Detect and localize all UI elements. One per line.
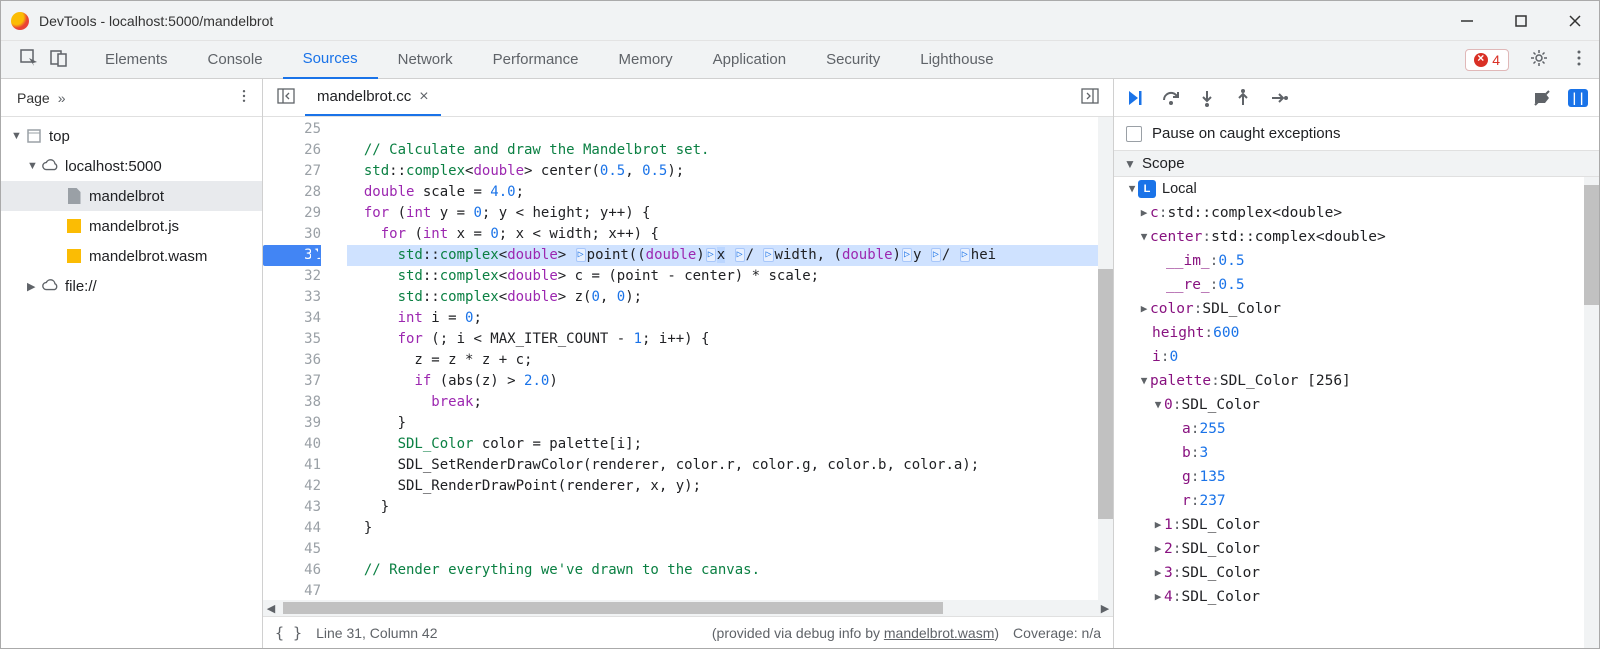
var-palette-3[interactable]: ▶3: SDL_Color bbox=[1114, 561, 1599, 585]
tree-top[interactable]: ▼top bbox=[1, 121, 262, 151]
navigator-more-icon[interactable] bbox=[236, 88, 252, 107]
scope-local-header[interactable]: ▼LLocal bbox=[1114, 177, 1599, 201]
scrollbar-thumb[interactable] bbox=[1098, 269, 1113, 519]
tree-host[interactable]: ▼localhost:5000 bbox=[1, 151, 262, 181]
window-close-button[interactable] bbox=[1561, 7, 1589, 35]
error-count-badge[interactable]: 4 bbox=[1465, 49, 1509, 71]
var-height[interactable]: height: 600 bbox=[1114, 321, 1599, 345]
debug-info-text: (provided via debug info by mandelbrot.w… bbox=[712, 625, 999, 641]
var-center-im[interactable]: __im_: 0.5 bbox=[1114, 249, 1599, 273]
tab-application[interactable]: Application bbox=[693, 41, 806, 79]
step-over-button[interactable] bbox=[1160, 87, 1182, 109]
var-palette-1[interactable]: ▶1: SDL_Color bbox=[1114, 513, 1599, 537]
editor-vertical-scrollbar[interactable] bbox=[1098, 117, 1113, 600]
var-palette-0[interactable]: ▼0: SDL_Color bbox=[1114, 393, 1599, 417]
window-title: DevTools - localhost:5000/mandelbrot bbox=[39, 13, 1453, 29]
window-minimize-button[interactable] bbox=[1453, 7, 1481, 35]
editor-statusbar: { } Line 31, Column 42 (provided via deb… bbox=[263, 616, 1113, 648]
line-gutter[interactable]: 2526272829303132333435363738394041424344… bbox=[263, 117, 329, 600]
pause-caught-label: Pause on caught exceptions bbox=[1152, 125, 1340, 142]
toggle-navigator-icon[interactable] bbox=[271, 87, 301, 108]
window-maximize-button[interactable] bbox=[1507, 7, 1535, 35]
devtools-logo-icon bbox=[11, 12, 29, 30]
var-c[interactable]: ▶c: std::complex<double> bbox=[1114, 201, 1599, 225]
inspect-element-icon[interactable] bbox=[19, 48, 39, 71]
navigator-expand-icon[interactable]: » bbox=[58, 90, 66, 106]
step-into-button[interactable] bbox=[1196, 87, 1218, 109]
pause-on-exceptions-button[interactable]: || bbox=[1567, 87, 1589, 109]
scrollbar-thumb[interactable] bbox=[283, 602, 943, 614]
panel-tabrow: ElementsConsoleSourcesNetworkPerformance… bbox=[1, 41, 1599, 79]
var-palette-2[interactable]: ▶2: SDL_Color bbox=[1114, 537, 1599, 561]
device-toolbar-icon[interactable] bbox=[49, 48, 69, 71]
debug-info-link[interactable]: mandelbrot.wasm bbox=[884, 625, 995, 641]
editor-file-tab[interactable]: mandelbrot.cc × bbox=[305, 80, 441, 116]
tree-file-mandelbrot-js[interactable]: mandelbrot.js bbox=[1, 211, 262, 241]
var-palette-0-b[interactable]: b: 3 bbox=[1114, 441, 1599, 465]
tab-memory[interactable]: Memory bbox=[599, 41, 693, 79]
pause-on-caught-row[interactable]: Pause on caught exceptions bbox=[1114, 117, 1599, 151]
var-palette-0-r[interactable]: r: 237 bbox=[1114, 489, 1599, 513]
close-tab-icon[interactable]: × bbox=[419, 88, 428, 106]
cloud-icon bbox=[41, 277, 59, 295]
navigator-tab-page[interactable]: Page bbox=[11, 90, 50, 106]
settings-gear-icon[interactable] bbox=[1519, 48, 1559, 71]
pause-caught-checkbox[interactable] bbox=[1126, 126, 1142, 142]
document-icon bbox=[65, 187, 83, 205]
window-titlebar: DevTools - localhost:5000/mandelbrot bbox=[1, 1, 1599, 41]
tab-console[interactable]: Console bbox=[188, 41, 283, 79]
tab-security[interactable]: Security bbox=[806, 41, 900, 79]
var-palette[interactable]: ▼palette: SDL_Color [256] bbox=[1114, 369, 1599, 393]
script-file-icon bbox=[65, 247, 83, 265]
step-out-button[interactable] bbox=[1232, 87, 1254, 109]
deactivate-breakpoints-button[interactable] bbox=[1531, 87, 1553, 109]
file-tree: ▼top ▼localhost:5000 mandelbrot mandelbr… bbox=[1, 117, 262, 648]
debugger-toolbar: || bbox=[1114, 79, 1599, 117]
tree-file-scheme[interactable]: ▶file:// bbox=[1, 271, 262, 301]
navigator-header: Page » bbox=[1, 79, 262, 117]
var-palette-4[interactable]: ▶4: SDL_Color bbox=[1114, 585, 1599, 609]
tab-network[interactable]: Network bbox=[378, 41, 473, 79]
more-menu-icon[interactable] bbox=[1559, 48, 1599, 71]
code-editor[interactable]: 2526272829303132333435363738394041424344… bbox=[263, 117, 1113, 600]
scope-vertical-scrollbar[interactable] bbox=[1584, 177, 1599, 648]
var-center[interactable]: ▼center: std::complex<double> bbox=[1114, 225, 1599, 249]
var-palette-0-a[interactable]: a: 255 bbox=[1114, 417, 1599, 441]
var-color[interactable]: ▶color: SDL_Color bbox=[1114, 297, 1599, 321]
editor-horizontal-scrollbar[interactable]: ◀▶ bbox=[263, 600, 1113, 616]
editor-header: mandelbrot.cc × bbox=[263, 79, 1113, 117]
script-file-icon bbox=[65, 217, 83, 235]
var-palette-0-g[interactable]: g: 135 bbox=[1114, 465, 1599, 489]
code-content[interactable]: // Calculate and draw the Mandelbrot set… bbox=[329, 117, 1113, 600]
var-i[interactable]: i: 0 bbox=[1114, 345, 1599, 369]
toggle-debugger-icon[interactable] bbox=[1075, 87, 1105, 108]
tab-lighthouse[interactable]: Lighthouse bbox=[900, 41, 1013, 79]
tree-file-mandelbrot-wasm[interactable]: mandelbrot.wasm bbox=[1, 241, 262, 271]
tab-sources[interactable]: Sources bbox=[283, 41, 378, 79]
scope-section-header[interactable]: ▼Scope bbox=[1114, 151, 1599, 177]
var-center-re[interactable]: __re_: 0.5 bbox=[1114, 273, 1599, 297]
error-icon bbox=[1474, 53, 1488, 67]
tab-performance[interactable]: Performance bbox=[473, 41, 599, 79]
tab-elements[interactable]: Elements bbox=[85, 41, 188, 79]
tree-file-mandelbrot[interactable]: mandelbrot bbox=[1, 181, 262, 211]
step-button[interactable] bbox=[1268, 87, 1290, 109]
local-badge-icon: L bbox=[1138, 180, 1156, 198]
error-count: 4 bbox=[1492, 52, 1500, 68]
coverage-text: Coverage: n/a bbox=[1013, 625, 1101, 641]
pretty-print-icon[interactable]: { } bbox=[275, 624, 302, 642]
cursor-position: Line 31, Column 42 bbox=[316, 625, 437, 641]
cloud-icon bbox=[41, 157, 59, 175]
editor-file-name: mandelbrot.cc bbox=[317, 88, 411, 105]
resume-button[interactable] bbox=[1124, 87, 1146, 109]
scope-variables: ▼LLocal ▶c: std::complex<double> ▼center… bbox=[1114, 177, 1599, 648]
scrollbar-thumb[interactable] bbox=[1584, 185, 1599, 305]
frame-icon bbox=[25, 127, 43, 145]
